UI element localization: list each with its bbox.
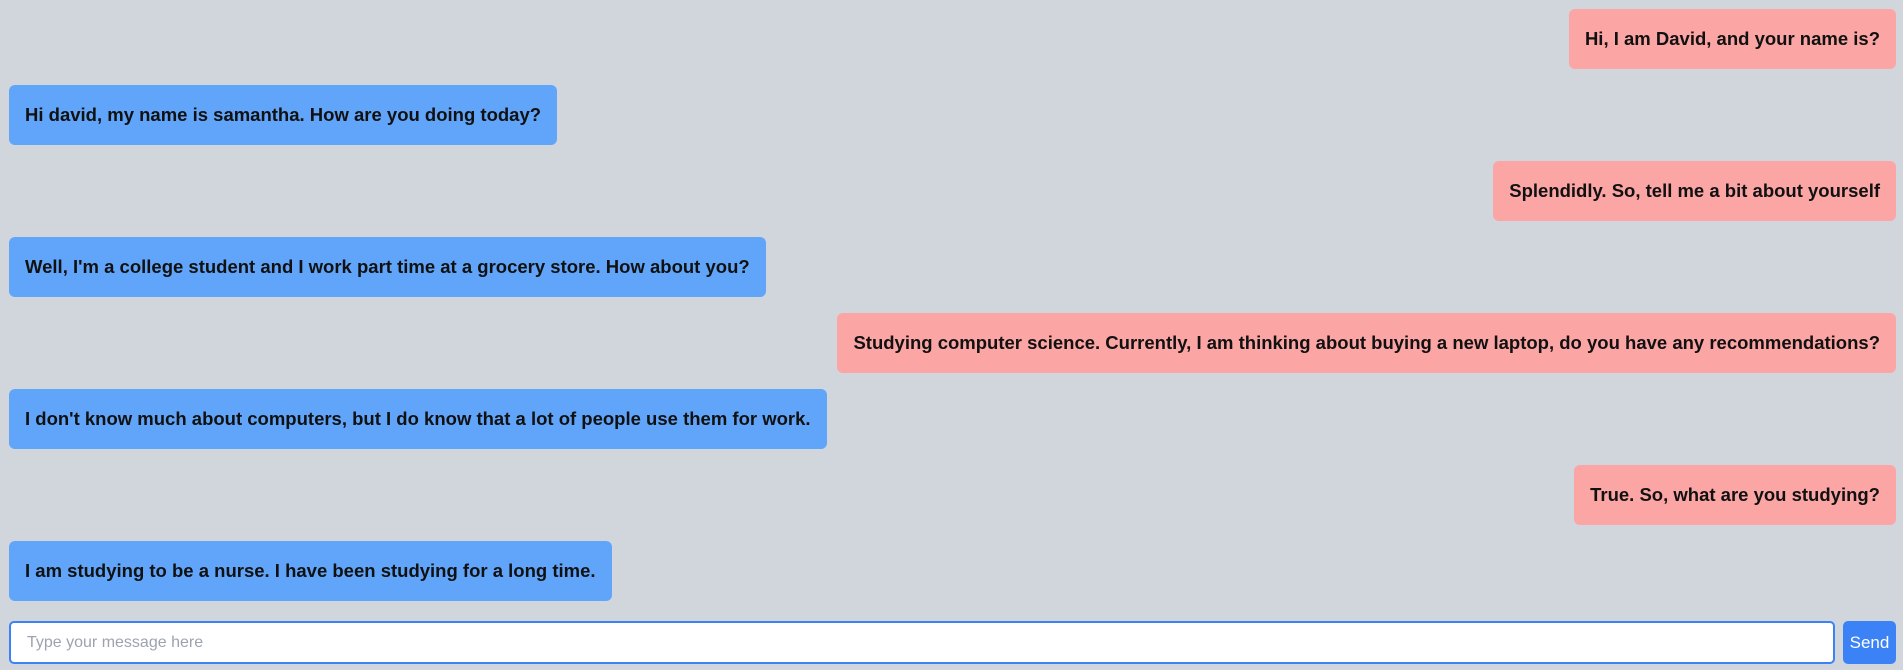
message-row-user: Studying computer science. Currently, I … [9, 313, 1896, 373]
user-message-bubble: True. So, what are you studying? [1574, 465, 1896, 525]
message-row-bot: Hi david, my name is samantha. How are y… [9, 85, 1896, 145]
bot-message-bubble: I am studying to be a nurse. I have been… [9, 541, 612, 601]
message-row-user: Splendidly. So, tell me a bit about your… [9, 161, 1896, 221]
message-row-bot: I don't know much about computers, but I… [9, 389, 1896, 449]
user-message-bubble: Splendidly. So, tell me a bit about your… [1493, 161, 1896, 221]
message-row-user: Hi, I am David, and your name is? [9, 9, 1896, 69]
message-row-bot: I am studying to be a nurse. I have been… [9, 541, 1896, 601]
message-composer: Send [9, 621, 1896, 664]
message-row-user: True. So, what are you studying? [9, 465, 1896, 525]
message-input[interactable] [9, 621, 1835, 664]
chat-log: Hi, I am David, and your name is? Hi dav… [9, 9, 1896, 614]
bot-message-bubble: Well, I'm a college student and I work p… [9, 237, 766, 297]
bot-message-bubble: I don't know much about computers, but I… [9, 389, 827, 449]
send-button[interactable]: Send [1843, 621, 1896, 664]
user-message-bubble: Studying computer science. Currently, I … [837, 313, 1896, 373]
message-row-bot: Well, I'm a college student and I work p… [9, 237, 1896, 297]
bot-message-bubble: Hi david, my name is samantha. How are y… [9, 85, 558, 145]
user-message-bubble: Hi, I am David, and your name is? [1568, 9, 1896, 69]
